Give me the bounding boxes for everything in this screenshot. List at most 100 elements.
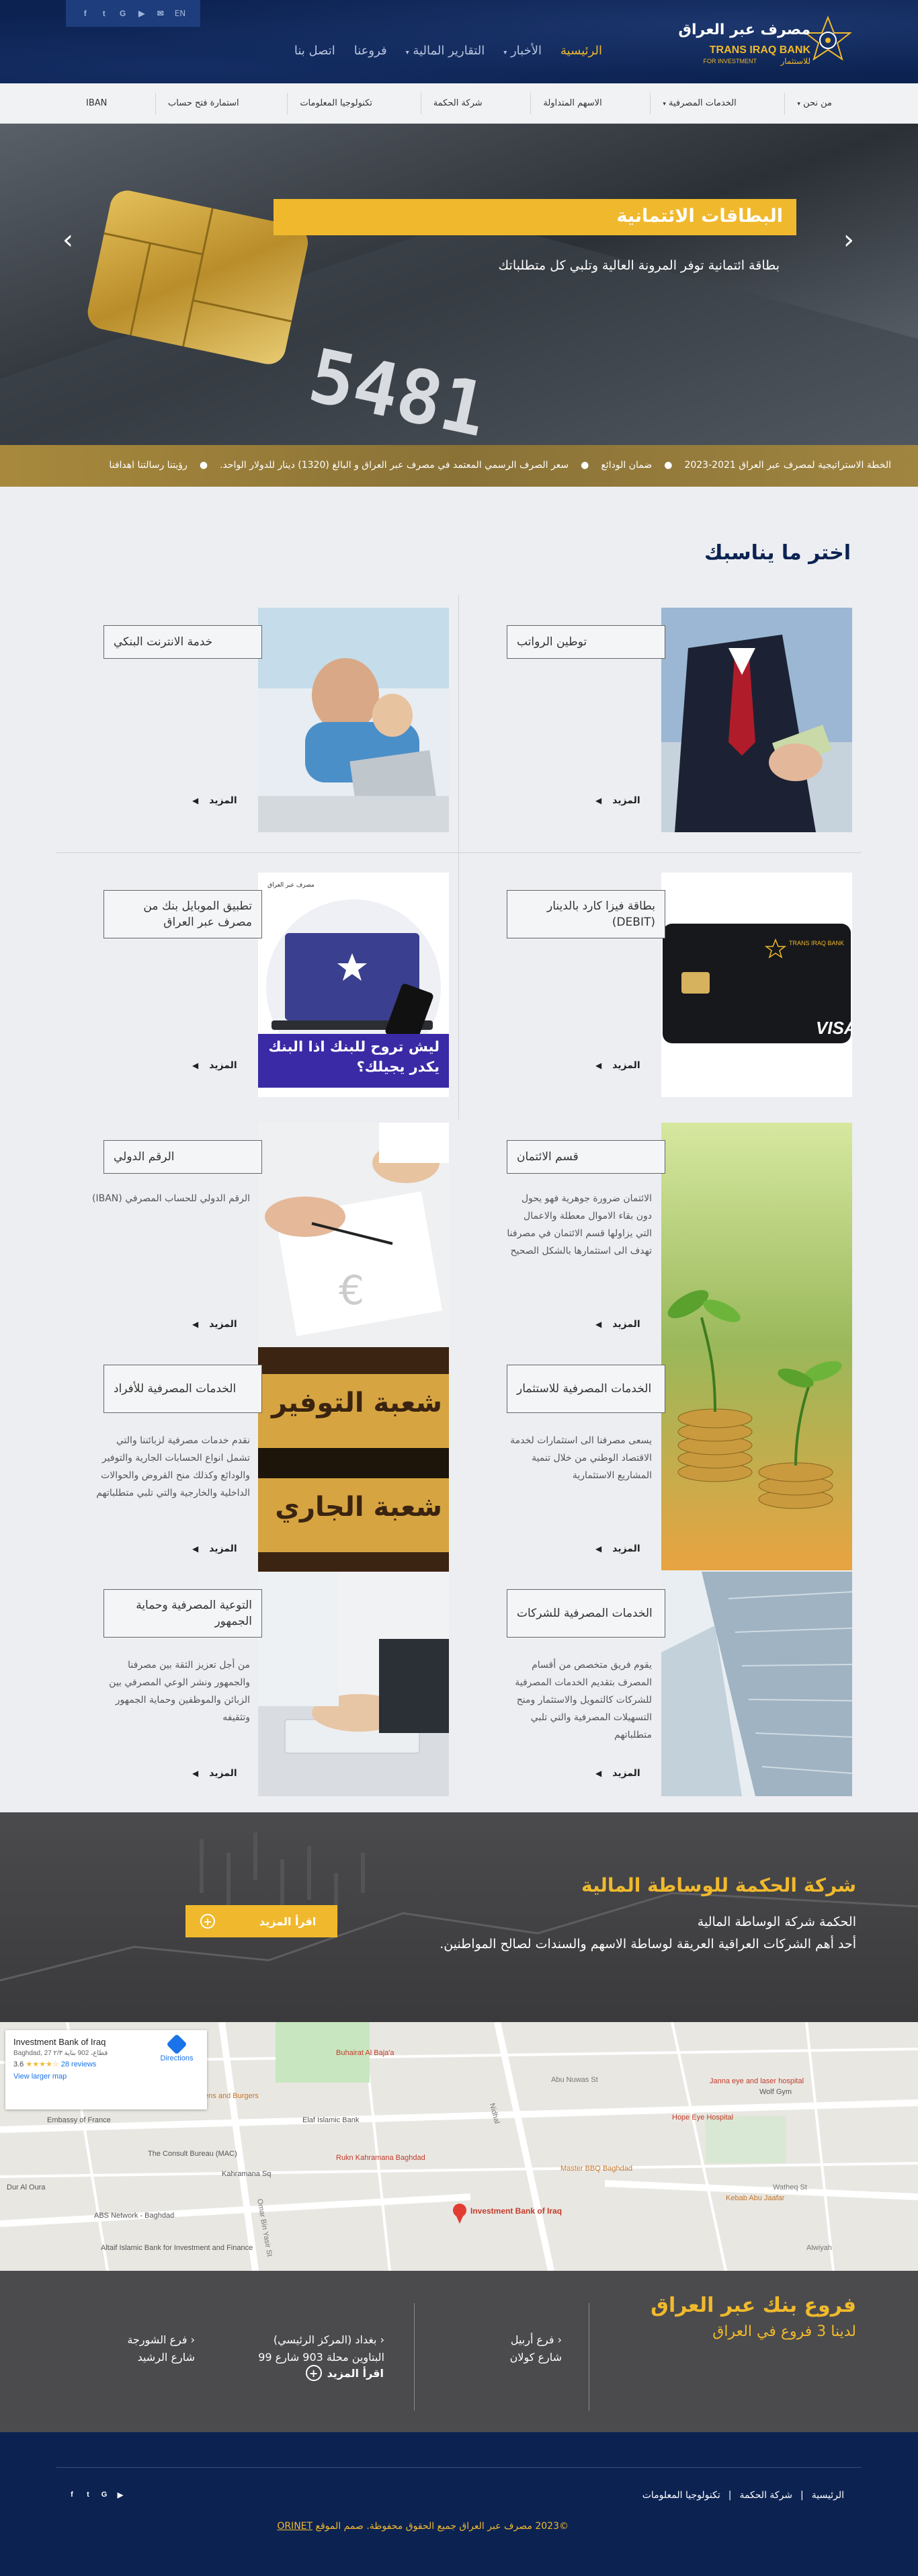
map-label: Altaif Islamic Bank for Investment and F… (101, 2244, 253, 2252)
map-label: Embassy of France (47, 2116, 111, 2124)
copyright-text: ©2023 مصرف عبر العراق جميع الحقوق محفوظة… (315, 2521, 569, 2532)
arrow-left-icon: ◀ (192, 796, 199, 805)
subnav-traded-shares[interactable]: الاسهم المتداولة (530, 93, 614, 114)
designer-link[interactable]: ORINET (277, 2521, 312, 2532)
more-link[interactable]: المزيد ◀ (595, 1768, 640, 1779)
more-link[interactable]: المزيد ◀ (192, 795, 237, 806)
svg-text:€: € (339, 1267, 364, 1314)
hero-subtitle: بطاقة ائتمانية توفر المرونة العالية وتلب… (498, 258, 780, 273)
arrow-left-icon: ◀ (595, 796, 602, 805)
footer-link-it[interactable]: تكنولوجيا المعلومات (642, 2490, 720, 2501)
card-title-companies[interactable]: الخدمات المصرفية للشركات (507, 1589, 665, 1638)
copyright: ©2023 مصرف عبر العراق جميع الحقوق محفوظة… (277, 2521, 569, 2532)
subnav-account-form[interactable]: استمارة فتح حساب (155, 93, 251, 114)
subnav-iban[interactable]: IBAN (74, 93, 119, 114)
facebook-icon[interactable]: f (81, 9, 90, 18)
nav-financial-reports[interactable]: التقارير المالية ▾ (406, 44, 485, 58)
twitter-icon[interactable]: t (99, 9, 109, 18)
map-label: Hope Eye Hospital (672, 2114, 734, 2122)
facebook-icon[interactable]: f (67, 2490, 77, 2499)
more-label: المزيد (612, 795, 640, 806)
chevron-right-icon: ‹ (376, 2333, 384, 2346)
more-link[interactable]: المزيد ◀ (192, 1768, 237, 1779)
arrow-left-icon: ◀ (192, 1061, 199, 1070)
card-title-salary[interactable]: توطين الرواتب (507, 625, 665, 659)
more-link[interactable]: المزيد ◀ (192, 1060, 237, 1071)
read-more-label: اقرأ المزيد (327, 2366, 384, 2380)
map-address: Baghdad, 27 قطاع، 902 بناية ٢/٣ (13, 2050, 108, 2057)
arrow-left-icon: ◀ (595, 1320, 602, 1329)
more-link[interactable]: المزيد ◀ (595, 1543, 640, 1554)
more-link[interactable]: المزيد ◀ (595, 795, 640, 806)
subnav-hikma[interactable]: شركة الحكمة (420, 93, 495, 114)
subnav-banking-services[interactable]: الخدمات المصرفية ▾ (650, 93, 748, 114)
map-label: Alwiyah (806, 2244, 832, 2252)
hero-title: البطاقات الائتمانية (616, 206, 784, 227)
card-image-salary (661, 608, 852, 832)
site-footer: الرئيسية | شركة الحكمة | تكنولوجيا المعلوم… (0, 2432, 918, 2576)
more-label: المزيد (209, 795, 237, 806)
branches-section: فروع بنك عبر العراق لدينا 3 فروع في العر… (0, 2271, 918, 2432)
logo-english-sub: FOR INVESTMENT (703, 58, 757, 65)
hikma-read-more-button[interactable]: اقرأ المزيد + (185, 1905, 337, 1937)
map-reviews-link[interactable]: 28 reviews (61, 2060, 97, 2068)
more-link[interactable]: المزيد ◀ (595, 1319, 640, 1330)
language-switch[interactable]: EN (175, 9, 186, 18)
card-title-investment[interactable]: الخدمات المصرفية للاستثمار (507, 1365, 665, 1413)
card-image-awareness (258, 1572, 449, 1796)
news-ticker: الخطة الاستراتيجية لمصرف عبر العراق 2021… (0, 445, 918, 487)
youtube-icon[interactable]: ▶ (137, 9, 147, 18)
ticker-item[interactable]: ضمان الودائع (601, 460, 652, 471)
footer-link-hikma[interactable]: شركة الحكمة (739, 2490, 792, 2501)
logo-english: TRANS IRAQ BANK (709, 44, 810, 56)
more-label: المزيد (612, 1543, 640, 1554)
card-title-internet-banking[interactable]: خدمة الانترنت البنكي (103, 625, 262, 659)
credit-card-image: 5481 (0, 124, 918, 445)
nav-news[interactable]: الأخبار ▾ (503, 44, 542, 58)
nav-contact[interactable]: اتصل بنا (294, 44, 335, 58)
branch-item[interactable]: ‹ فرع أربيل شارع كولان (510, 2331, 562, 2366)
slider-next-arrow-icon[interactable]: › (839, 225, 859, 255)
bank-logo[interactable]: مصرف عبر العراق TRANS IRAQ BANK FOR INVE… (668, 9, 856, 74)
email-icon[interactable]: ✉ (156, 9, 165, 18)
branch-item[interactable]: ‹ بغداد (المركز الرئيسي) البتاوين محلة 90… (258, 2331, 384, 2366)
card-text-credit: الائتمان ضرورة جوهرية فهو يحول دون بقاء … (507, 1193, 652, 1256)
map-larger-link[interactable]: View larger map (13, 2072, 199, 2081)
google-icon[interactable]: G (99, 2490, 109, 2499)
branch-item[interactable]: ‹ فرع الشورجة شارع الرشيد (127, 2331, 195, 2366)
subnav-about[interactable]: من نحن ▾ (784, 93, 844, 114)
nav-home[interactable]: الرئيسية (560, 44, 602, 58)
card-title-individuals[interactable]: الخدمات المصرفية للأفراد (103, 1365, 262, 1413)
card-text-awareness: من أجل تعزيز الثقة بين مصرفنا والجمهور و… (109, 1660, 250, 1723)
more-link[interactable]: المزيد ◀ (595, 1060, 640, 1071)
more-link[interactable]: المزيد ◀ (192, 1543, 237, 1554)
more-link[interactable]: المزيد ◀ (192, 1319, 237, 1330)
directions-label: Directions (160, 2054, 194, 2062)
map-label: Janna eye and laser hospital (710, 2077, 804, 2085)
map-directions[interactable]: Directions (155, 2034, 199, 2062)
plus-circle-icon: + (200, 1914, 215, 1929)
slider-prev-arrow-icon[interactable]: ‹ (58, 225, 78, 255)
nav-financial-reports-label: التقارير المالية (413, 43, 485, 58)
card-image-internet-banking (258, 608, 449, 832)
card-title-mobile-app[interactable]: تطبيق الموبايل بنك من مصرف عبر العراق (103, 890, 262, 938)
card-title-visa-debit[interactable]: بطاقة فيزا كارد بالدينار (DEBIT) (507, 890, 665, 938)
hikma-line-2: أحد أهم الشركات العراقية العريقة لوساطة … (440, 1937, 856, 1951)
ticker-item[interactable]: الخطة الاستراتيجية لمصرف عبر العراق 2021… (684, 460, 891, 471)
ticker-item[interactable]: رؤيتنا رسالتنا اهدافنا (109, 460, 187, 471)
hikma-title: شركة الحكمة للوساطة المالية (581, 1874, 856, 1896)
subnav-it[interactable]: تكنولوجيا المعلومات (287, 93, 384, 114)
ticker-item[interactable]: سعر الصرف الرسمي المعتمد في مصرف عبر الع… (220, 460, 569, 471)
branch-address: شارع الرشيد (137, 2351, 195, 2364)
card-title-iban[interactable]: الرقم الدولي (103, 1140, 262, 1174)
card-title-credit[interactable]: قسم الائتمان (507, 1140, 665, 1174)
youtube-icon[interactable]: ▶ (116, 2490, 125, 2499)
twitter-icon[interactable]: t (83, 2490, 93, 2499)
footer-link-home[interactable]: الرئيسية (812, 2490, 844, 2501)
nav-branches[interactable]: فروعنا (354, 44, 387, 58)
branches-read-more-button[interactable]: اقرأ المزيد + (305, 2365, 384, 2381)
location-map[interactable]: Investment Bank of Iraq Buhairat Al Baja… (0, 2022, 918, 2271)
logo-arabic-sub: للاستثمار (780, 56, 810, 66)
card-title-awareness[interactable]: التوعية المصرفية وحماية الجمهور (103, 1589, 262, 1638)
google-icon[interactable]: G (118, 9, 128, 18)
